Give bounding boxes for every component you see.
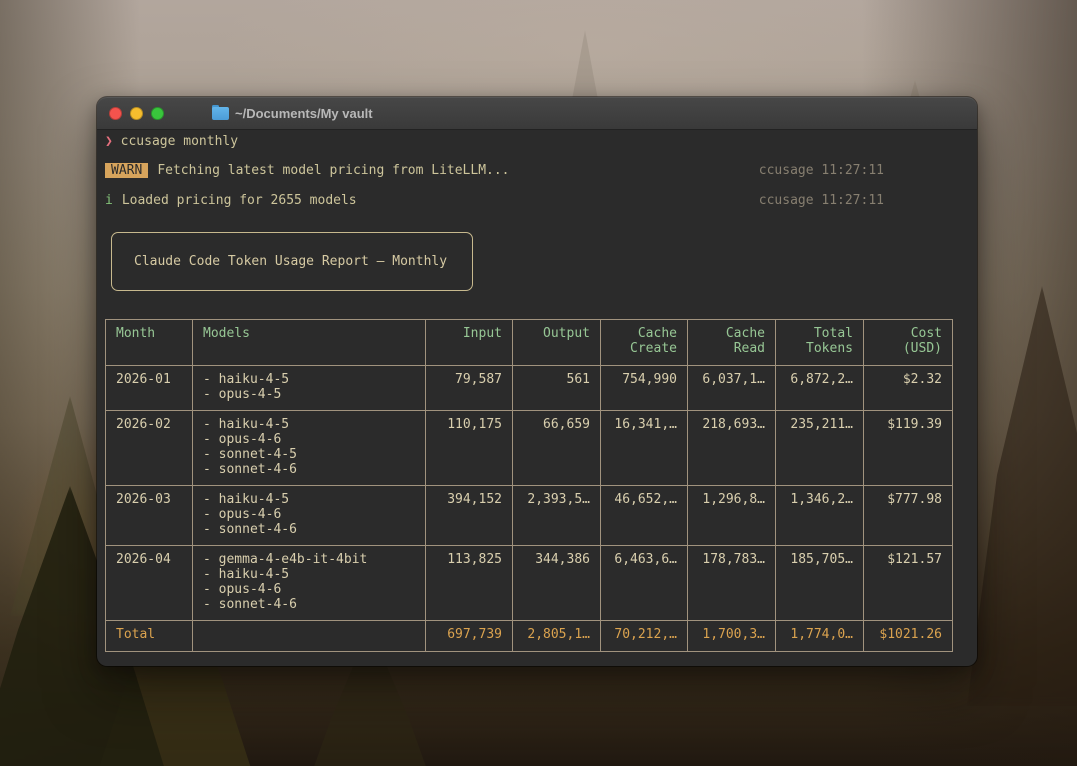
log-message: Loaded pricing for 2655 models [121, 193, 357, 208]
cell-cache-read: 6,037,1… [687, 365, 776, 411]
model-item: - haiku-4-5 [203, 417, 290, 432]
cell-cache-create: 754,990 [600, 365, 688, 411]
info-icon: i [105, 193, 113, 208]
table-row: 2026-02 - haiku-4-5 - opus-4-6 - sonnet-… [105, 410, 953, 486]
cell-cost: $777.98 [863, 485, 953, 546]
terminal-content[interactable]: ❯ ccusage monthly WARN Fetching latest m… [97, 130, 977, 652]
close-button[interactable] [109, 106, 122, 120]
cell-cost: $1021.26 [863, 620, 953, 652]
cell-total-tokens: 6,872,2… [775, 365, 864, 411]
log-line-info: i Loaded pricing for 2655 models ccusage… [105, 193, 969, 208]
cell-output: 344,386 [512, 545, 601, 621]
cell-input: 110,175 [425, 410, 513, 486]
cell-cache-read: 1,700,3… [687, 620, 776, 652]
cell-input: 394,152 [425, 485, 513, 546]
col-header-models: Models [192, 319, 426, 366]
cell-input: 79,587 [425, 365, 513, 411]
col-header-cache-read: Cache Read [687, 319, 776, 366]
col-header-output: Output [512, 319, 601, 366]
table-row: 2026-01 - haiku-4-5 - opus-4-5 79,587 56… [105, 365, 953, 411]
cell-month: 2026-02 [105, 410, 193, 486]
cell-cost: $121.57 [863, 545, 953, 621]
table-header-row: Month Models Input Output Cache Create C… [105, 319, 953, 366]
model-item: - haiku-4-5 [203, 567, 290, 582]
col-header-cost: Cost (USD) [863, 319, 953, 366]
cell-month: 2026-03 [105, 485, 193, 546]
cell-models: - haiku-4-5 - opus-4-6 - sonnet-4-6 [192, 485, 426, 546]
desktop-background: ~/Documents/My vault ❯ ccusage monthly W… [0, 0, 1077, 766]
cell-cache-create: 6,463,6… [600, 545, 688, 621]
model-item: - opus-4-6 [203, 432, 282, 447]
col-header-month: Month [105, 319, 193, 366]
cell-month: 2026-01 [105, 365, 193, 411]
folder-icon [212, 104, 229, 120]
cell-cost: $2.32 [863, 365, 953, 411]
minimize-button[interactable] [130, 106, 143, 120]
cell-cache-create: 70,212,… [600, 620, 688, 652]
window-titlebar[interactable]: ~/Documents/My vault [97, 97, 977, 130]
zoom-button[interactable] [151, 106, 164, 120]
table-row: 2026-03 - haiku-4-5 - opus-4-6 - sonnet-… [105, 485, 953, 546]
model-item: - sonnet-4-6 [203, 522, 297, 537]
cell-total-tokens: 1,774,0… [775, 620, 864, 652]
table-total-row: Total 697,739 2,805,1… 70,212,… 1,700,3…… [105, 620, 953, 652]
cell-input: 697,739 [425, 620, 513, 652]
model-item: - gemma-4-e4b-it-4bit [203, 552, 368, 567]
cell-cache-read: 1,296,8… [687, 485, 776, 546]
cell-cache-create: 16,341,… [600, 410, 688, 486]
cell-output: 2,393,5… [512, 485, 601, 546]
traffic-lights [109, 106, 164, 120]
cell-cache-read: 178,783… [687, 545, 776, 621]
window-title-group: ~/Documents/My vault [212, 104, 373, 121]
model-item: - sonnet-4-6 [203, 597, 297, 612]
log-line-warn: WARN Fetching latest model pricing from … [105, 163, 969, 178]
terminal-window: ~/Documents/My vault ❯ ccusage monthly W… [97, 97, 977, 666]
cell-input: 113,825 [425, 545, 513, 621]
model-item: - sonnet-4-6 [203, 462, 297, 477]
cell-models: - haiku-4-5 - opus-4-6 - sonnet-4-5 - so… [192, 410, 426, 486]
cell-output: 2,805,1… [512, 620, 601, 652]
window-title: ~/Documents/My vault [235, 105, 373, 121]
cell-total-tokens: 185,705… [775, 545, 864, 621]
cell-cost: $119.39 [863, 410, 953, 486]
cell-cache-read: 218,693… [687, 410, 776, 486]
report-title: Claude Code Token Usage Report – Monthly [134, 254, 448, 269]
log-timestamp: ccusage 11:27:11 [758, 163, 884, 178]
col-header-total-tokens: Total Tokens [775, 319, 864, 366]
cell-models: - gemma-4-e4b-it-4bit - haiku-4-5 - opus… [192, 545, 426, 621]
cell-cache-create: 46,652,… [600, 485, 688, 546]
model-item: - opus-4-5 [203, 387, 282, 402]
command-text: ccusage monthly [120, 134, 239, 149]
tree-silhouette [967, 286, 1077, 706]
model-item: - haiku-4-5 [203, 372, 290, 387]
model-item: - haiku-4-5 [203, 492, 290, 507]
log-message: Fetching latest model pricing from LiteL… [157, 163, 510, 178]
cell-output: 561 [512, 365, 601, 411]
cell-models-empty [192, 620, 426, 652]
cell-total-tokens: 235,211… [775, 410, 864, 486]
col-header-input: Input [425, 319, 513, 366]
cell-models: - haiku-4-5 - opus-4-5 [192, 365, 426, 411]
warn-badge: WARN [105, 163, 149, 178]
model-item: - opus-4-6 [203, 582, 282, 597]
model-item: - opus-4-6 [203, 507, 282, 522]
table-row: 2026-04 - gemma-4-e4b-it-4bit - haiku-4-… [105, 545, 953, 621]
command-line: ❯ ccusage monthly [105, 134, 969, 149]
model-item: - sonnet-4-5 [203, 447, 297, 462]
cell-total-label: Total [105, 620, 193, 652]
report-title-box: Claude Code Token Usage Report – Monthly [111, 232, 473, 291]
prompt-symbol: ❯ [105, 134, 121, 149]
usage-table: Month Models Input Output Cache Create C… [105, 319, 953, 652]
cell-total-tokens: 1,346,2… [775, 485, 864, 546]
col-header-cache-create: Cache Create [600, 319, 688, 366]
cell-output: 66,659 [512, 410, 601, 486]
log-timestamp: ccusage 11:27:11 [758, 193, 884, 208]
cell-month: 2026-04 [105, 545, 193, 621]
